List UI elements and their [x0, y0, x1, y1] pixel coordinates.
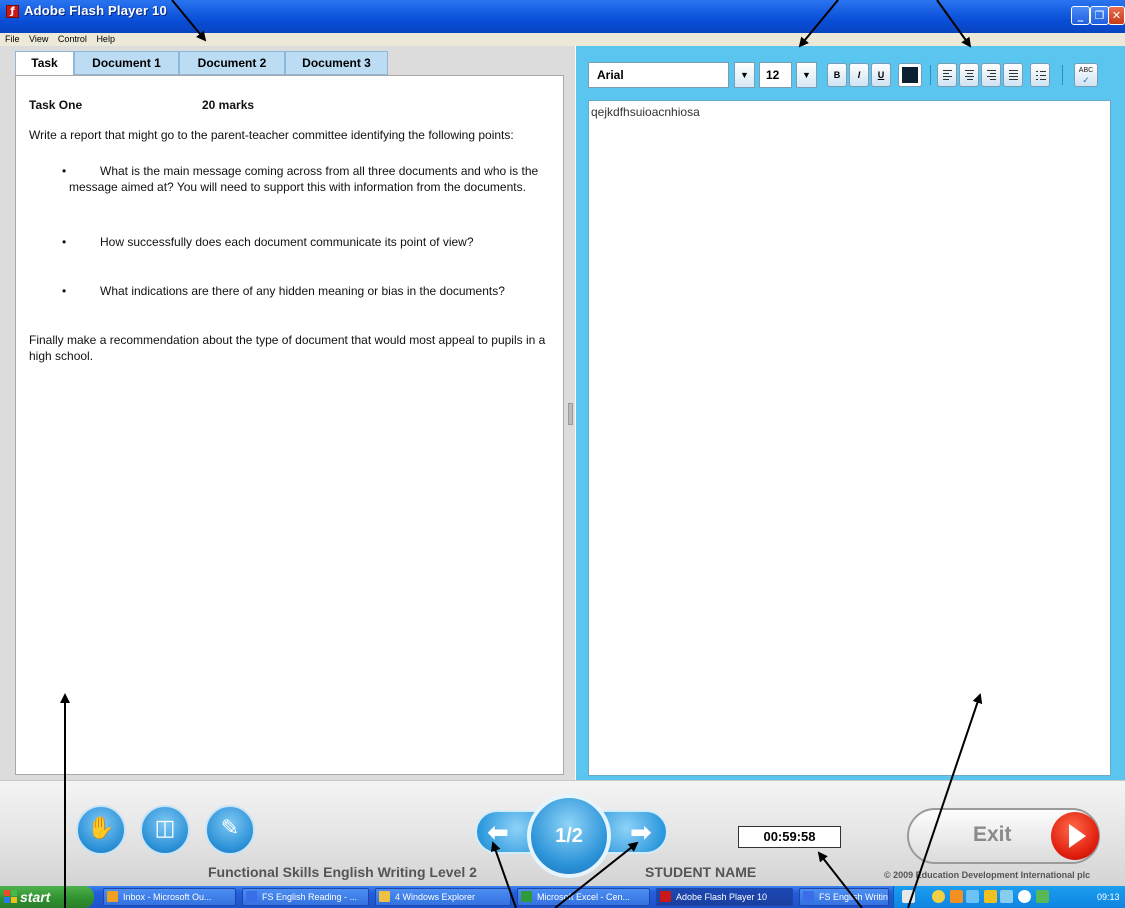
text-color-button[interactable]	[898, 63, 922, 87]
menu-file[interactable]: File	[5, 33, 20, 46]
taskbar-item-writing[interactable]: FS English Writing (F...	[799, 888, 889, 906]
task-final-instruction: Finally make a recommendation about the …	[29, 333, 546, 363]
tab-task[interactable]: Task	[15, 51, 74, 76]
system-tray	[893, 886, 1125, 908]
bottom-control-bar: ✋ ◫ ✎ ⬅ ➡ 1/2 00:59:58 Exit Functional S…	[0, 780, 1125, 886]
panel-splitter[interactable]	[568, 403, 573, 425]
font-dropdown-button[interactable]: ▼	[734, 62, 755, 88]
taskbar-item-label: 4 Windows Explorer	[395, 892, 476, 902]
align-left-button[interactable]	[937, 63, 957, 87]
taskbar-item-explorer[interactable]: 4 Windows Explorer	[375, 888, 511, 906]
copyright-notice: © 2009 Education Development Internation…	[884, 870, 1091, 880]
countdown-timer: 00:59:58	[738, 826, 841, 848]
task-header: Task One 20 marks	[29, 98, 563, 114]
help-icon[interactable]	[902, 890, 915, 903]
back-icon[interactable]	[932, 890, 945, 903]
pencil-button[interactable]: ✎	[205, 805, 255, 855]
window-title: Adobe Flash Player 10	[24, 3, 167, 18]
bold-button[interactable]: B	[827, 63, 847, 87]
toolbar-divider	[930, 65, 931, 85]
editor-area: Arial ▼ 12 ▼ B I U ABC ✓ qejkdfhsuioacnh…	[576, 46, 1125, 780]
hand-button[interactable]: ✋	[76, 805, 126, 855]
exit-label: Exit	[973, 823, 1012, 846]
taskbar-item-excel[interactable]: Microsoft Excel - Cen...	[517, 888, 650, 906]
bullet-text: How successfully does each document comm…	[100, 235, 474, 249]
taskbar-item-flash[interactable]: Adobe Flash Player 10	[656, 888, 793, 906]
task-title: Task One	[29, 98, 83, 112]
task-marks: 20 marks	[202, 98, 255, 112]
align-justify-button[interactable]	[1003, 63, 1023, 87]
excel-icon	[521, 891, 532, 902]
network-icon[interactable]	[966, 890, 979, 903]
task-content: Task One 20 marks Write a report that mi…	[15, 75, 564, 775]
text-color-swatch	[902, 67, 918, 83]
bullet-text: What indications are there of any hidden…	[100, 284, 505, 298]
windows-taskbar: start Inbox - Microsoft Ou... FS English…	[0, 886, 1125, 908]
font-size-select[interactable]: 12	[759, 62, 792, 88]
arrow-right-icon: ➡	[630, 818, 652, 848]
close-button[interactable]: ✕	[1108, 6, 1125, 25]
title-bar: ƒ Adobe Flash Player 10 _ ❐ ✕	[0, 0, 1125, 33]
outlook-icon	[107, 891, 118, 902]
folder-icon	[379, 891, 390, 902]
menu-control[interactable]: Control	[58, 33, 87, 46]
exit-button[interactable]: Exit	[907, 808, 1100, 864]
toolbar-divider	[1062, 65, 1063, 85]
flash-app-icon: ƒ	[6, 5, 19, 18]
spellcheck-button[interactable]: ABC ✓	[1074, 63, 1098, 87]
course-title: Functional Skills English Writing Level …	[208, 864, 477, 880]
taskbar-item-outlook[interactable]: Inbox - Microsoft Ou...	[103, 888, 236, 906]
font-family-select[interactable]: Arial	[588, 62, 729, 88]
taskbar-clock: 09:13	[1097, 892, 1120, 902]
connection-icon[interactable]	[1000, 890, 1013, 903]
arrow-left-icon: ⬅	[487, 818, 509, 848]
menu-help[interactable]: Help	[96, 33, 115, 46]
task-bullet: • How successfully does each document co…	[29, 234, 549, 250]
taskbar-item-label: FS English Reading - ...	[262, 892, 358, 902]
taskbar-item-reading[interactable]: FS English Reading - ...	[242, 888, 369, 906]
taskbar-item-label: Inbox - Microsoft Ou...	[123, 892, 212, 902]
maximize-button[interactable]: ❐	[1090, 6, 1109, 25]
task-bullet: • What indications are there of any hidd…	[29, 283, 549, 299]
start-label: start	[20, 889, 51, 905]
italic-button[interactable]: I	[849, 63, 869, 87]
word-icon	[803, 891, 814, 902]
tab-document-2[interactable]: Document 2	[179, 51, 285, 75]
flash-icon	[660, 891, 671, 902]
align-center-button[interactable]	[959, 63, 979, 87]
bullet-marker: •	[62, 235, 67, 249]
size-dropdown-button[interactable]: ▼	[796, 62, 817, 88]
windows-logo-icon	[4, 890, 17, 903]
student-name: STUDENT NAME	[645, 864, 757, 880]
menu-bar: File View Control Help	[0, 33, 1125, 46]
bullet-list-button[interactable]	[1030, 63, 1050, 87]
monitor-icon[interactable]	[1036, 890, 1049, 903]
shield-icon[interactable]	[984, 890, 997, 903]
taskbar-item-label: FS English Writing (F...	[819, 892, 888, 902]
bullet-marker: •	[62, 164, 67, 178]
start-button[interactable]: start	[0, 886, 94, 908]
tab-document-3[interactable]: Document 3	[285, 51, 388, 75]
tab-document-1[interactable]: Document 1	[74, 51, 179, 75]
bullet-marker: •	[62, 284, 67, 298]
spellcheck-label: ABC	[1078, 67, 1094, 74]
menu-view[interactable]: View	[29, 33, 48, 46]
answer-text-editor[interactable]: qejkdfhsuioacnhiosa	[588, 100, 1111, 776]
taskbar-item-label: Adobe Flash Player 10	[676, 892, 768, 902]
taskbar-item-label: Microsoft Excel - Cen...	[537, 892, 631, 902]
task-intro: Write a report that might go to the pare…	[29, 128, 514, 142]
task-bullet: • What is the main message coming across…	[29, 163, 549, 195]
underline-button[interactable]: U	[871, 63, 891, 87]
word-icon	[246, 891, 257, 902]
volume-icon[interactable]	[1018, 890, 1031, 903]
layout-button[interactable]: ◫	[140, 805, 190, 855]
checkmark-icon: ✓	[1082, 75, 1090, 85]
page-indicator: 1/2	[527, 794, 611, 878]
minimize-button[interactable]: _	[1071, 6, 1090, 25]
bullet-text: What is the main message coming across f…	[69, 164, 539, 194]
update-icon[interactable]	[950, 890, 963, 903]
task-panel-area: Task Document 1 Document 2 Document 3 Ta…	[0, 46, 575, 780]
align-right-button[interactable]	[981, 63, 1001, 87]
play-icon	[1051, 812, 1099, 860]
